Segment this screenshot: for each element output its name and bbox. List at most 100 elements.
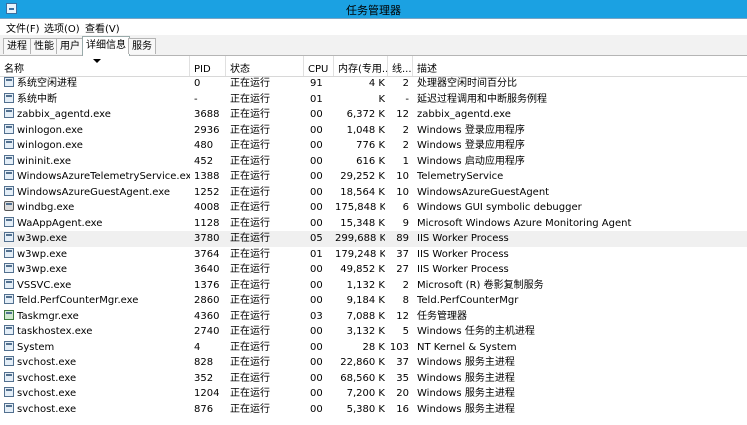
process-description: Windows 启动应用程序 xyxy=(417,155,525,167)
table-row[interactable]: 系统空闲进程 0 正在运行 91 4 K 2 处理器空闲时间百分比 xyxy=(0,76,747,92)
process-pid: 452 xyxy=(194,155,214,167)
menu-file[interactable]: 文件(F) xyxy=(6,20,40,35)
column-header-handles[interactable]: 线... xyxy=(388,56,413,76)
title-bar: 任务管理器 xyxy=(0,0,747,19)
process-name: winlogon.exe xyxy=(4,123,190,139)
table-row[interactable]: windbg.exe 4008 正在运行 00 175,848 K 6 Windows GU… xyxy=(0,200,747,216)
process-name-text: svchost.exe xyxy=(17,357,77,368)
process-icon xyxy=(4,108,14,118)
table-row[interactable]: 系统中断 - 正在运行 01 K - 延迟过程调用和中断服务例程 xyxy=(0,92,747,108)
process-name: w3wp.exe xyxy=(4,231,190,247)
process-pid: - xyxy=(194,93,198,105)
process-icon xyxy=(4,371,14,382)
column-header-status[interactable]: 状态 xyxy=(226,56,304,76)
process-status: 正在运行 xyxy=(230,233,270,244)
table-row[interactable]: svchost.exe 876 正在运行 00 5,380 K 16 Windows 服务主… xyxy=(0,402,747,418)
process-pid: 876 xyxy=(194,403,214,415)
process-name-text: svchost.exe xyxy=(17,372,77,384)
process-name-text: wininit.exe xyxy=(17,155,72,167)
process-name-text: WindowsAzureTelemetryService.exe xyxy=(17,171,190,182)
process-status: 正在运行 xyxy=(230,202,270,213)
process-cpu: 00 xyxy=(310,372,323,384)
table-row[interactable]: winlogon.exe 2936 正在运行 00 1,048 K 2 Windows 登录… xyxy=(0,123,747,139)
tab-performance[interactable]: 性能 xyxy=(30,38,58,54)
process-name-text: svchost.exe xyxy=(17,388,77,399)
column-header-cpu[interactable]: CPU xyxy=(304,56,334,76)
menu-options[interactable]: 选项(O) xyxy=(44,20,80,35)
table-row[interactable]: zabbix_agentd.exe 3688 正在运行 00 6,372 K 12 zabb… xyxy=(0,107,747,123)
process-name: WindowsAzureTelemetryService.exe xyxy=(4,169,190,185)
process-name-text: w3wp.exe xyxy=(17,248,67,260)
process-memory: 7,200 K xyxy=(346,388,385,399)
table-row[interactable]: Taskmgr.exe 4360 正在运行 03 7,088 K 12 任务管理器 xyxy=(0,309,747,325)
process-name: 系统中断 xyxy=(4,92,190,108)
process-pid: 1252 xyxy=(194,186,220,198)
process-pid: 4008 xyxy=(194,202,220,213)
process-pid: 4 xyxy=(194,341,201,353)
table-row[interactable]: WindowsAzureTelemetryService.exe 1388 正在运行… xyxy=(0,169,747,185)
process-threads: 37 xyxy=(396,248,409,260)
process-threads: 8 xyxy=(402,295,409,306)
table-row[interactable]: svchost.exe 352 正在运行 00 68,560 K 35 Windows 服务… xyxy=(0,371,747,387)
process-name-text: w3wp.exe xyxy=(17,264,67,275)
process-cpu: 00 xyxy=(310,388,323,399)
table-row[interactable]: WaAppAgent.exe 1128 正在运行 00 15,348 K 9 Microso… xyxy=(0,216,747,232)
tab-strip: 进程 性能 用户 详细信息 服务 xyxy=(0,35,747,56)
process-cpu: 00 xyxy=(310,186,323,198)
table-row[interactable]: wininit.exe 452 正在运行 00 616 K 1 Windows 启动应用程序 xyxy=(0,154,747,170)
process-description: WindowsAzureGuestAgent xyxy=(417,186,550,198)
column-header-memory[interactable]: 内存(专用... xyxy=(334,56,388,76)
table-row[interactable]: System 4 正在运行 00 28 K 103 NT Kernel & System xyxy=(0,340,747,356)
process-pid: 1204 xyxy=(194,388,220,399)
table-row[interactable]: w3wp.exe 3780 正在运行 05 299,688 K 89 IIS Worker … xyxy=(0,231,747,247)
process-threads: 35 xyxy=(396,372,409,384)
process-name: svchost.exe xyxy=(4,386,190,402)
table-row[interactable]: winlogon.exe 480 正在运行 00 776 K 2 Windows 登录应用程… xyxy=(0,138,747,154)
table-row[interactable]: w3wp.exe 3640 正在运行 00 49,852 K 27 IIS Worker P… xyxy=(0,262,747,278)
process-cpu: 00 xyxy=(310,264,323,275)
process-cpu: 01 xyxy=(310,93,323,105)
process-threads: 10 xyxy=(396,186,409,198)
process-description: 处理器空闲时间百分比 xyxy=(417,78,517,89)
table-row[interactable]: WindowsAzureGuestAgent.exe 1252 正在运行 00 18,5… xyxy=(0,185,747,201)
table-row[interactable]: VSSVC.exe 1376 正在运行 00 1,132 K 2 Microsoft (R)… xyxy=(0,278,747,294)
table-row[interactable]: taskhostex.exe 2740 正在运行 00 3,132 K 5 Windows … xyxy=(0,324,747,340)
process-memory: K xyxy=(378,93,385,105)
tab-processes[interactable]: 进程 xyxy=(3,38,31,54)
process-icon xyxy=(4,170,14,180)
table-row[interactable]: svchost.exe 828 正在运行 00 22,860 K 37 Windows 服务… xyxy=(0,355,747,371)
column-header-name[interactable]: 名称 xyxy=(0,56,190,76)
process-description: Teld.PerfCounterMgr xyxy=(417,295,519,306)
column-header-description[interactable]: 描述 xyxy=(413,56,747,76)
process-pid: 1376 xyxy=(194,279,220,291)
table-row[interactable]: w3wp.exe 3764 正在运行 01 179,248 K 37 IIS Worker … xyxy=(0,247,747,263)
process-cpu: 00 xyxy=(310,403,323,415)
process-description: zabbix_agentd.exe xyxy=(417,109,511,120)
process-name-text: 系统空闲进程 xyxy=(17,78,77,89)
process-name-text: VSSVC.exe xyxy=(17,279,72,291)
process-description: Windows 服务主进程 xyxy=(417,357,515,368)
process-cpu: 00 xyxy=(310,217,323,229)
process-threads: 16 xyxy=(396,403,409,415)
tab-services[interactable]: 服务 xyxy=(128,38,156,54)
process-threads: 12 xyxy=(396,310,409,322)
process-name: w3wp.exe xyxy=(4,262,190,278)
menu-view[interactable]: 查看(V) xyxy=(85,20,120,35)
process-status: 正在运行 xyxy=(230,171,270,182)
column-header-pid[interactable]: PID xyxy=(190,56,226,76)
process-icon xyxy=(4,139,14,149)
process-cpu: 00 xyxy=(310,140,323,151)
process-name-text: Taskmgr.exe xyxy=(17,310,79,322)
process-status: 正在运行 xyxy=(230,186,270,198)
table-row[interactable]: Teld.PerfCounterMgr.exe 2860 正在运行 00 9,184 K… xyxy=(0,293,747,309)
process-icon xyxy=(4,402,14,413)
process-cpu: 91 xyxy=(310,78,323,89)
process-icon xyxy=(4,247,14,258)
tab-users[interactable]: 用户 xyxy=(56,38,84,54)
process-status: 正在运行 xyxy=(230,372,270,384)
process-icon xyxy=(4,185,14,196)
process-description: NT Kernel & System xyxy=(417,341,517,353)
tab-details[interactable]: 详细信息 xyxy=(82,36,130,56)
process-icon xyxy=(4,216,14,227)
table-row[interactable]: svchost.exe 1204 正在运行 00 7,200 K 20 Windows 服务… xyxy=(0,386,747,402)
